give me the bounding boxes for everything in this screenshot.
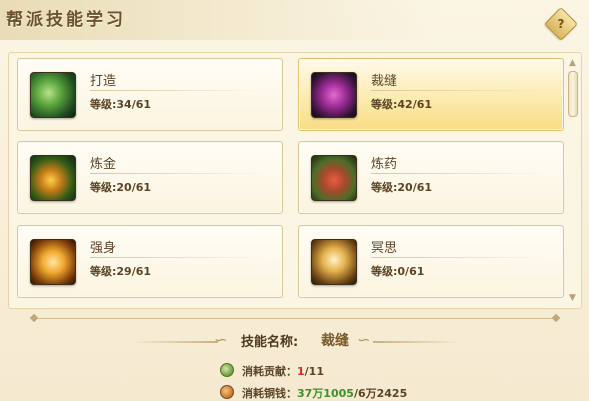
skill-card-body-strength[interactable]: 强身 等级:29/61 xyxy=(17,225,283,298)
contribution-icon xyxy=(220,363,234,377)
scroll-down-arrow-icon[interactable]: ▼ xyxy=(567,293,578,303)
divider-ornament-left xyxy=(29,313,39,323)
scrollbar[interactable]: ▲ ▼ xyxy=(567,58,578,303)
skill-card-tailoring[interactable]: 裁缝 等级:42/61 xyxy=(298,58,564,131)
contribution-cost-row: 消耗贡献：1/11 xyxy=(220,363,324,379)
contribution-label: 消耗贡献： xyxy=(242,365,297,378)
question-mark-icon: ? xyxy=(557,17,565,31)
tailoring-icon xyxy=(311,72,357,118)
section-divider xyxy=(34,318,556,319)
meditation-icon xyxy=(311,239,357,285)
scrollbar-thumb[interactable] xyxy=(568,71,578,117)
skill-level: 等级:0/61 xyxy=(371,265,425,278)
skill-name-label: 技能名称: xyxy=(241,335,299,350)
skill-level: 等级:29/61 xyxy=(90,265,152,278)
window-title: 帮派技能学习 xyxy=(6,10,126,30)
skill-name: 打造 xyxy=(90,74,117,89)
ornament-line-left xyxy=(130,341,218,343)
skill-name: 裁缝 xyxy=(371,74,398,89)
copper-coin-icon xyxy=(220,385,234,399)
swirl-ornament-left-icon: ∽ xyxy=(214,330,228,349)
skill-name: 冥思 xyxy=(371,241,398,256)
divider xyxy=(90,257,265,258)
divider xyxy=(371,90,546,91)
copper-cost-row: 消耗铜钱：37万1005/6万2425 xyxy=(220,385,407,401)
skill-level: 等级:20/61 xyxy=(371,181,433,194)
skill-name: 炼金 xyxy=(90,157,117,172)
scroll-up-arrow-icon[interactable]: ▲ xyxy=(567,58,578,68)
divider xyxy=(90,173,265,174)
skill-card-medicine[interactable]: 炼药 等级:20/61 xyxy=(298,141,564,214)
divider-ornament-right xyxy=(551,313,561,323)
ornament-line-right xyxy=(373,341,461,343)
skill-card-meditation[interactable]: 冥思 等级:0/61 xyxy=(298,225,564,298)
skill-card-alchemy[interactable]: 炼金 等级:20/61 xyxy=(17,141,283,214)
skill-level: 等级:20/61 xyxy=(90,181,152,194)
forge-hammer-icon xyxy=(30,72,76,118)
divider xyxy=(90,90,265,91)
swirl-ornament-right-icon: ∽ xyxy=(357,330,371,349)
title-bar: 帮派技能学习 xyxy=(0,0,589,40)
selected-skill-name: 裁缝 xyxy=(321,333,349,349)
skill-level: 等级:42/61 xyxy=(371,98,433,111)
contribution-current: 1 xyxy=(297,365,305,378)
copper-current: 37万1005 xyxy=(297,387,354,400)
divider xyxy=(371,257,546,258)
copper-total: /6万2425 xyxy=(353,387,408,400)
skill-name: 强身 xyxy=(90,241,117,256)
medicine-icon xyxy=(311,155,357,201)
alchemy-icon xyxy=(30,155,76,201)
guild-skill-window: 帮派技能学习 ? 打造 等级:34/61 裁缝 等级:42/61 炼金 等级:2… xyxy=(0,0,589,401)
skill-level: 等级:34/61 xyxy=(90,98,152,111)
copper-label: 消耗铜钱： xyxy=(242,387,297,400)
skill-name: 炼药 xyxy=(371,157,398,172)
body-strength-icon xyxy=(30,239,76,285)
skill-card-forging[interactable]: 打造 等级:34/61 xyxy=(17,58,283,131)
contribution-total: /11 xyxy=(304,365,324,378)
divider xyxy=(371,173,546,174)
